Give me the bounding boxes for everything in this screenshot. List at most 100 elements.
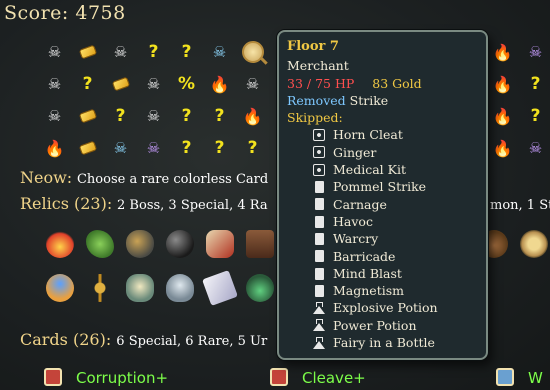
skipped-item: Pommel Strike [313,178,478,195]
skipped-item: Ginger [313,144,478,161]
fire-icon[interactable]: 🔥 [203,68,236,100]
question-icon[interactable]: ? [137,36,170,68]
map-node-grid: ☠ ☠ ? ? ☠ ☠ ? ☠ % 🔥 ☠ ☠ ? ☠ ? ? 🔥 🔥 ☠ ☠ … [38,36,269,164]
relics-counts: 2 Boss, 3 Special, 4 Ra [117,198,268,213]
egg-relic-icon[interactable] [120,224,160,264]
skipped-item-name: Ginger [333,144,377,160]
score-label: Score: [4,2,69,24]
skipped-label: Skipped: [287,110,343,126]
fire-icon[interactable]: 🔥 [486,36,519,68]
turtle-relic-icon[interactable] [80,224,120,264]
skull-icon[interactable]: ☠ [104,36,137,68]
skipped-item-name: Pommel Strike [333,179,427,195]
percent-icon[interactable]: % [170,68,203,100]
question-icon[interactable]: ? [104,100,137,132]
question-icon[interactable]: ? [203,132,236,164]
floor-tooltip: Floor 7 Merchant 33 / 75 HP 83 Gold Remov… [277,30,488,360]
box-relic-icon[interactable] [240,224,280,264]
relic-icon [313,129,325,142]
tooltip-gold: 83 Gold [372,75,422,91]
fire-icon[interactable]: 🔥 [236,100,269,132]
relic-row [40,268,280,308]
gold-icon[interactable] [71,132,104,164]
question-icon[interactable]: ? [170,132,203,164]
relic-icon [313,146,325,159]
trident-relic-icon[interactable] [80,268,120,308]
potion-relic-icon[interactable] [240,268,280,308]
fire-icon[interactable]: 🔥 [486,132,519,164]
skipped-item: Medical Kit [313,161,478,178]
medallion-relic-icon[interactable] [514,224,550,264]
card-entry[interactable]: W [496,368,543,387]
top-relic-icon[interactable] [160,268,200,308]
gold-icon[interactable] [71,100,104,132]
card-icon [315,232,324,245]
question-icon[interactable]: ? [203,100,236,132]
skipped-item-name: Barricade [333,248,396,264]
skipped-item-name: Power Potion [333,317,417,333]
skipped-item-name: Carnage [333,196,387,212]
question-icon[interactable]: ? [519,100,550,132]
skipped-list: Horn Cleat Ginger Medical Kit Pommel Str… [287,126,478,351]
purple-skull-icon[interactable]: ☠ [519,36,550,68]
skull-icon[interactable]: ☠ [137,100,170,132]
question-icon[interactable]: ? [170,36,203,68]
question-icon[interactable]: ? [519,68,550,100]
claw-relic-icon[interactable] [200,224,240,264]
rock-relic-icon[interactable] [160,224,200,264]
blue-skull-icon[interactable]: ☠ [203,36,236,68]
card-icon [315,284,324,297]
skull-icon[interactable]: ☠ [137,68,170,100]
skipped-item: Explosive Potion [313,299,478,316]
gold-icon[interactable] [104,68,137,100]
potion-icon [313,302,325,315]
purple-skull-icon[interactable]: ☠ [137,132,170,164]
relic-icon [313,163,325,176]
map-row: 🔥 ☠ [486,132,550,164]
blue-skull-icon[interactable]: ☠ [104,132,137,164]
skull-icon[interactable]: ☠ [38,100,71,132]
removed-label: Removed [287,92,346,108]
toy-relic-icon[interactable] [40,268,80,308]
skull-icon[interactable]: ☠ [236,68,269,100]
skipped-item: Havoc [313,213,478,230]
gold-icon[interactable] [71,36,104,68]
score-display: Score: 4758 [4,2,126,24]
card-icon [315,267,324,280]
card-icon [315,198,324,211]
potion-icon [313,336,325,349]
card-name: Cleave+ [302,369,366,387]
skipped-item-name: Magnetism [333,283,404,299]
skipped-item-name: Mind Blast [333,265,402,281]
skipped-item-name: Explosive Potion [333,300,438,316]
crystal-relic-icon[interactable] [200,268,240,308]
fire-icon[interactable]: 🔥 [486,100,519,132]
fire-icon[interactable]: 🔥 [486,68,519,100]
fire-icon[interactable]: 🔥 [38,132,71,164]
flame-relic-icon[interactable] [40,224,80,264]
question-icon[interactable]: ? [71,68,104,100]
tooltip-stats: 33 / 75 HP 83 Gold [287,75,478,92]
cards-label: Cards (26): [20,330,112,349]
skipped-item: Fairy in a Bottle [313,334,478,351]
shop-icon[interactable] [236,36,269,68]
card-name: W [528,369,543,387]
map-row: 🔥 ? [486,68,550,100]
skipped-item-name: Medical Kit [333,162,406,178]
question-icon[interactable]: ? [170,100,203,132]
map-row: ☠ ? ☠ ? ? 🔥 [38,100,269,132]
question-icon[interactable]: ? [236,132,269,164]
tooltip-removed: Removed Strike [287,92,478,109]
relics-counts-right: mon, 1 Star [490,198,550,213]
card-entry[interactable]: Corruption+ [44,368,168,387]
skipped-item-name: Havoc [333,213,373,229]
relics-label: Relics (23): [20,194,113,213]
lantern-relic-icon[interactable] [120,268,160,308]
purple-skull-icon[interactable]: ☠ [519,132,550,164]
card-entry[interactable]: Cleave+ [270,368,366,387]
skull-icon[interactable]: ☠ [38,68,71,100]
neow-line: Neow: Choose a rare colorless Card [20,168,268,187]
tooltip-room-type: Merchant [287,58,349,74]
skull-icon[interactable]: ☠ [38,36,71,68]
removed-card: Strike [349,92,389,108]
